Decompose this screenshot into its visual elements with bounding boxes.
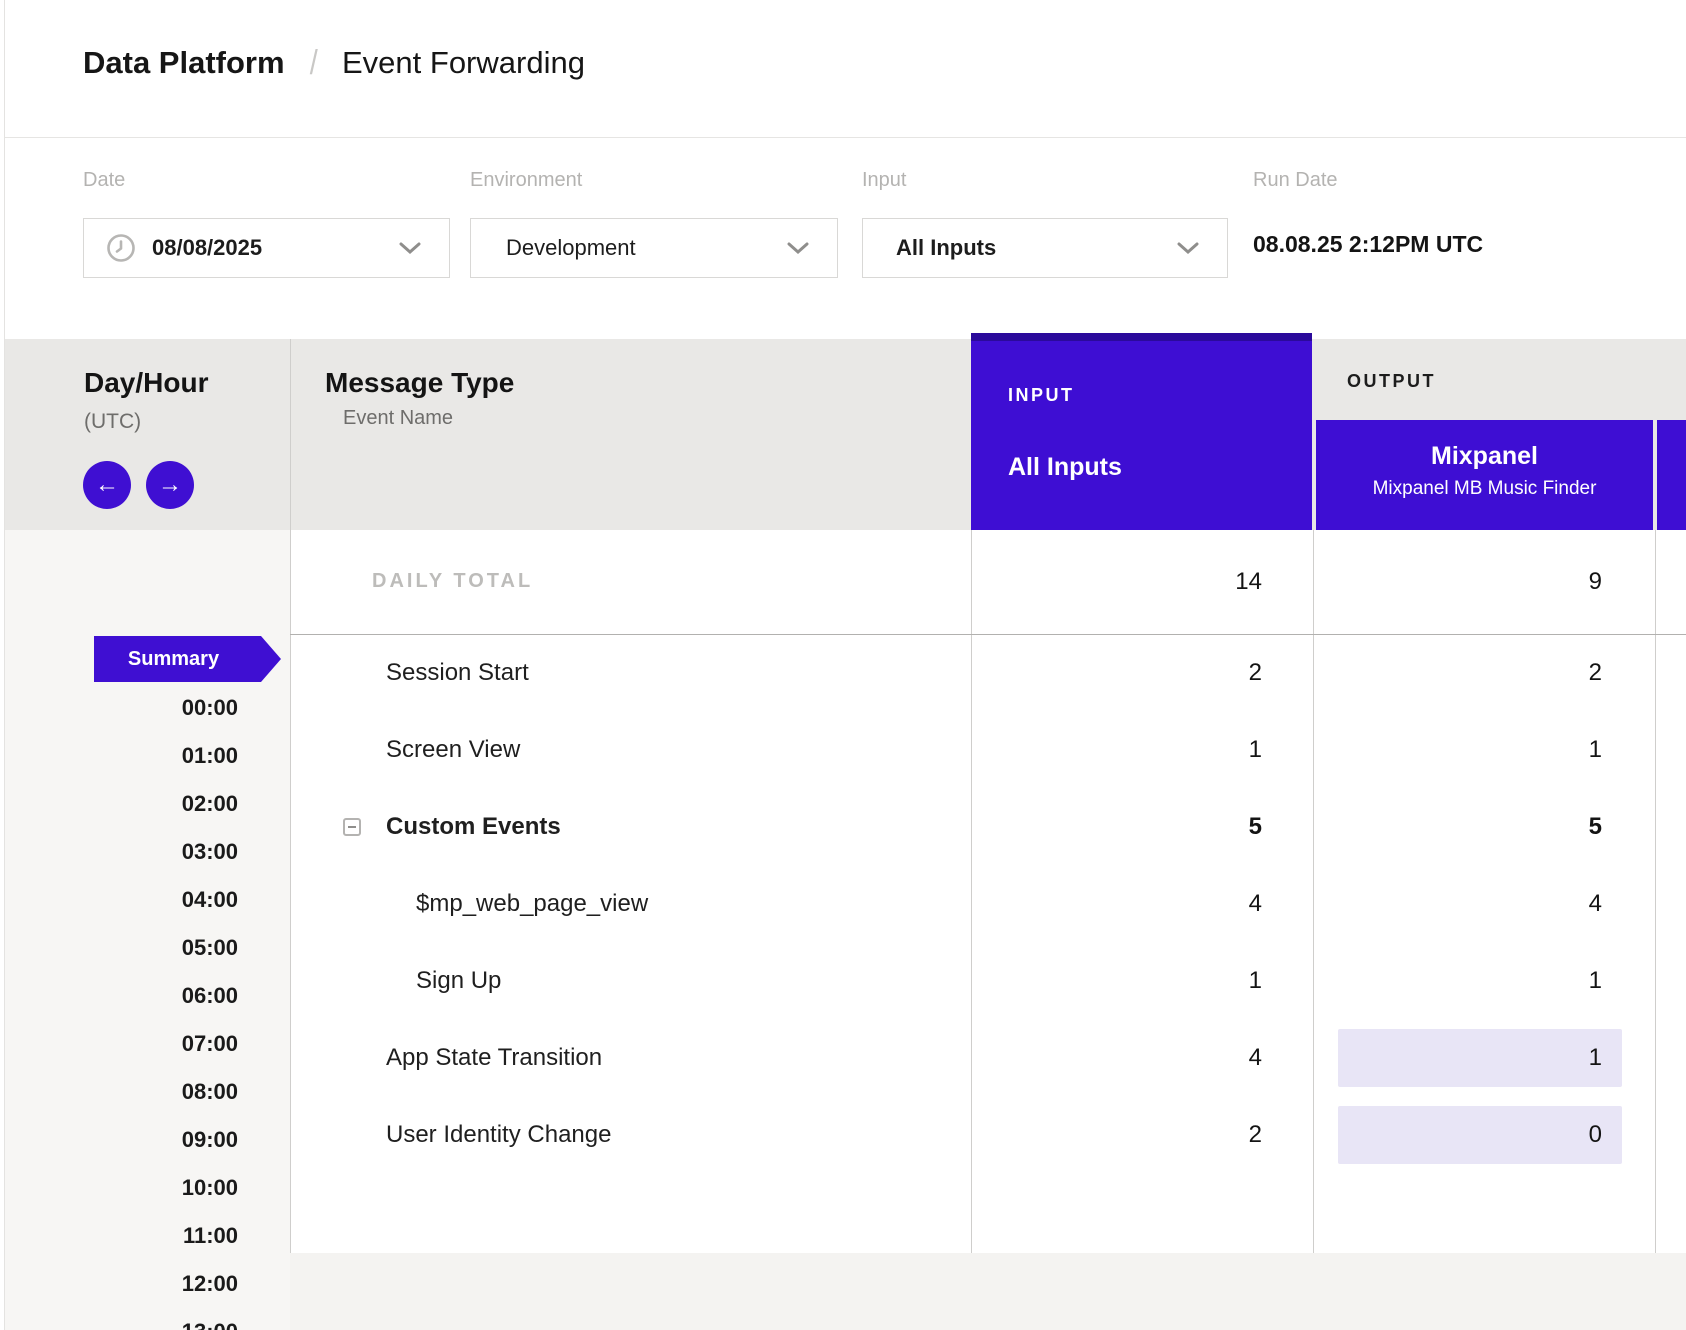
hour-row-label[interactable]: 10:00 [5,1174,238,1202]
output-group-label: OUTPUT [1347,371,1436,392]
input-count-cell: 2 [971,1121,1262,1149]
input-filter-label: Input [862,169,906,192]
table-row: User Identity Change 2 0 [0,1096,1686,1173]
event-name-label: Screen View [386,736,520,764]
input-group-label: INPUT [1008,385,1075,406]
table-row: Custom Events 5 5 [0,788,1686,865]
clock-icon [106,233,136,263]
date-filter-label: Date [83,169,125,192]
input-count-cell: 4 [971,1044,1262,1072]
message-type-header: Message Type [325,367,514,399]
arrow-right-icon: → [158,471,182,499]
date-value: 08/08/2025 [152,235,262,261]
table-row: Sign Up 1 1 [0,942,1686,1019]
output-count-cell: 1 [1314,967,1602,995]
event-name-label: $mp_web_page_view [416,890,648,918]
hour-row-label[interactable]: 11:00 [5,1222,238,1250]
input-column-header[interactable]: INPUT All Inputs [971,333,1312,530]
run-date-label: Run Date [1253,169,1338,192]
input-count-cell: 1 [971,736,1262,764]
environment-filter-label: Environment [470,169,582,192]
event-name-label: Session Start [386,659,529,687]
next-day-button[interactable]: → [146,461,194,509]
top-header: Data Platform / Event Forwarding [5,0,1686,138]
event-name-label: Sign Up [416,967,501,995]
hour-row-label[interactable]: 12:00 [5,1270,238,1298]
input-dropdown[interactable]: All Inputs [862,218,1228,278]
mixpanel-title: Mixpanel [1316,442,1653,471]
environment-value: Development [506,235,636,261]
event-name-label: User Identity Change [386,1121,611,1149]
arrow-left-icon: ← [95,471,119,499]
chevron-down-icon [399,242,421,254]
output-count-cell: 5 [1314,813,1602,841]
filter-bar: Date Environment Input Run Date 08/08/20… [5,139,1686,339]
output-count-cell: 0 [1314,1121,1602,1149]
output-column-header-mixpanel[interactable]: Mixpanel Mixpanel MB Music Finder [1316,420,1653,530]
collapse-minus-icon[interactable] [343,818,361,836]
table-bottom-strip [290,1253,1686,1330]
breadcrumb-separator: / [309,44,317,83]
input-count-cell: 5 [971,813,1262,841]
day-hour-header: Day/Hour [84,367,208,399]
day-hour-utc-label: (UTC) [84,410,141,434]
chevron-down-icon [1177,242,1199,254]
next-output-column-partial [1657,420,1686,530]
breadcrumb-section[interactable]: Data Platform [83,45,285,81]
chevron-down-icon [787,242,809,254]
output-count-cell: 2 [1314,659,1602,687]
output-count-cell: 1 [1314,1044,1602,1072]
event-rows: Session Start 2 2 Screen View 1 1 Custom Event… [0,634,1686,1173]
mixpanel-subtitle: Mixpanel MB Music Finder [1316,478,1653,500]
previous-day-button[interactable]: ← [83,461,131,509]
output-count-cell: 1 [1314,736,1602,764]
event-name-label: Custom Events [386,813,561,841]
input-count-cell: 4 [971,890,1262,918]
hour-row-label[interactable]: 13:00 [5,1318,238,1330]
daily-total-input-value: 14 [971,568,1262,596]
table-row: $mp_web_page_view 4 4 [0,865,1686,942]
table-row: Screen View 1 1 [0,711,1686,788]
output-count-cell: 4 [1314,890,1602,918]
run-date-value: 08.08.25 2:12PM UTC [1253,231,1483,258]
table-row: App State Transition 4 1 [0,1019,1686,1096]
input-column-title: All Inputs [1008,453,1122,482]
breadcrumb: Data Platform / Event Forwarding [83,40,585,86]
input-count-cell: 1 [971,967,1262,995]
page-title: Event Forwarding [342,45,585,81]
daily-total-output-value: 9 [1314,568,1602,596]
input-value: All Inputs [896,235,996,261]
input-count-cell: 2 [971,659,1262,687]
event-name-label: App State Transition [386,1044,602,1072]
event-name-subheader: Event Name [343,407,453,430]
environment-dropdown[interactable]: Development [470,218,838,278]
date-dropdown[interactable]: 08/08/2025 [83,218,450,278]
daily-total-label: DAILY TOTAL [372,570,533,593]
table-row: Session Start 2 2 [0,634,1686,711]
event-forwarding-page: Data Platform / Event Forwarding Date En… [0,0,1686,1330]
